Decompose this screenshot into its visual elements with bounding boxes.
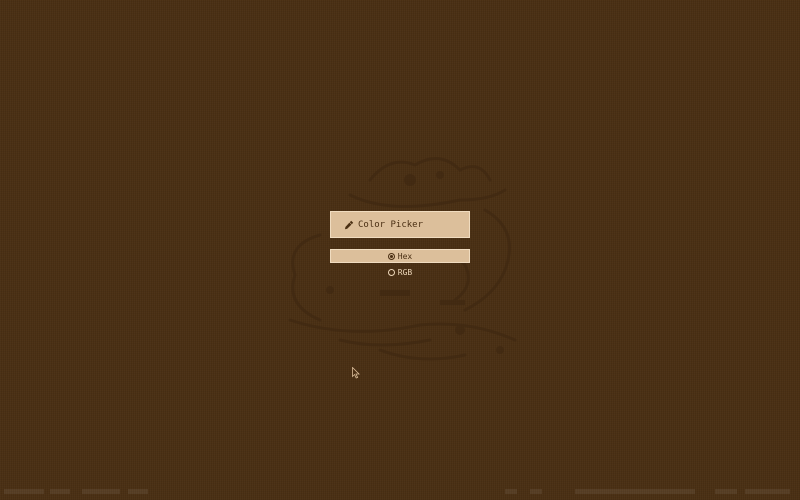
color-picker-button[interactable]: Color Picker [330, 211, 470, 238]
format-option-rgb[interactable]: RGB [330, 265, 470, 279]
color-picker-label: Color Picker [358, 219, 424, 230]
format-option-hex[interactable]: Hex [330, 249, 470, 263]
radio-unselected-icon [387, 268, 395, 276]
mouse-cursor-icon [352, 367, 360, 379]
format-option-label: Hex [397, 251, 413, 261]
eyedropper-icon [345, 220, 354, 229]
radio-selected-icon [387, 252, 395, 260]
taskbar [0, 486, 800, 500]
format-option-label: RGB [397, 267, 413, 277]
